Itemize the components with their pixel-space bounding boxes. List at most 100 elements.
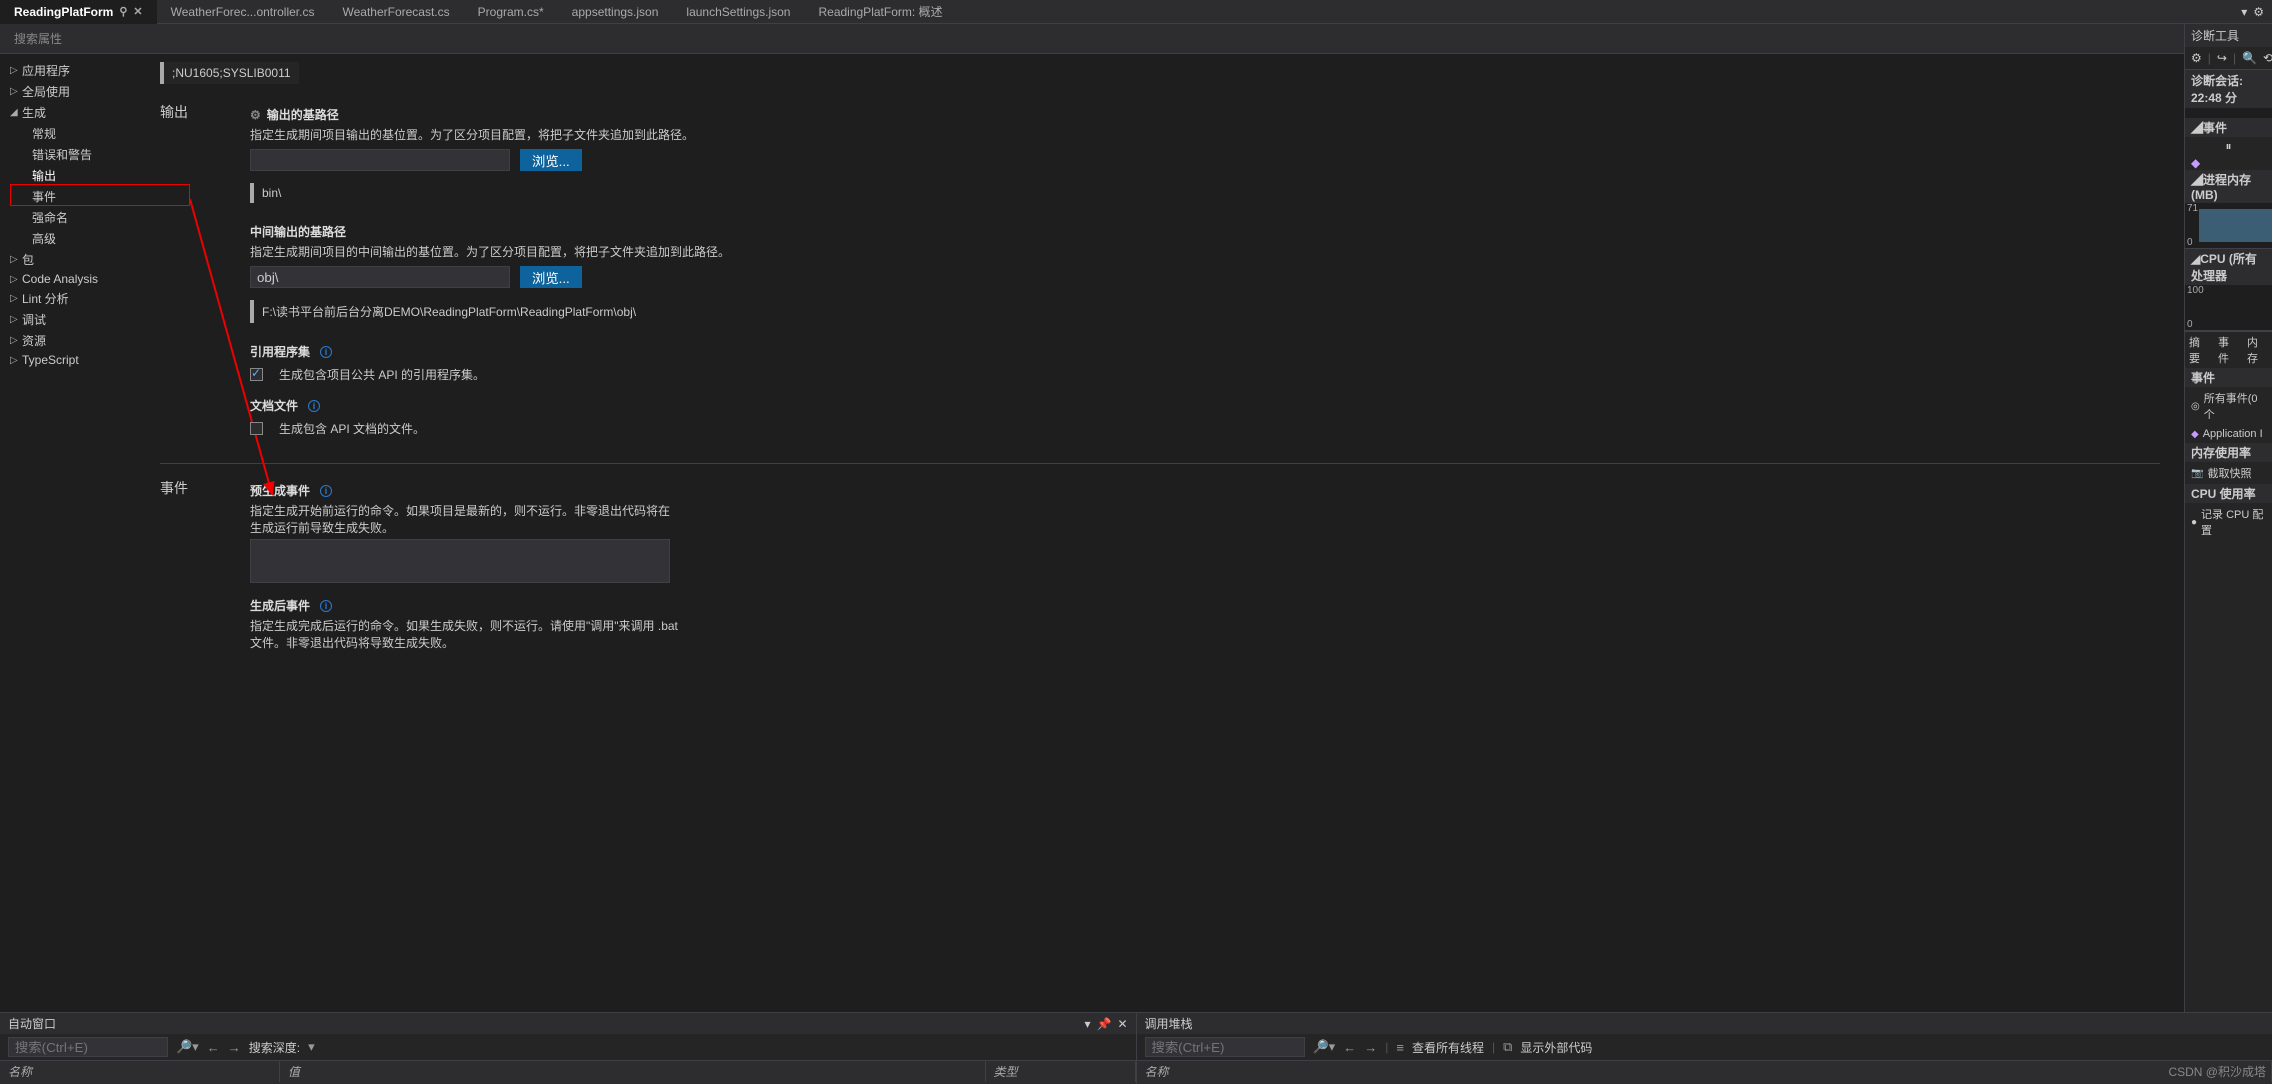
close-icon[interactable]: ✕ bbox=[133, 5, 142, 18]
close-icon[interactable]: ✕ bbox=[1117, 1017, 1127, 1031]
view-all-threads[interactable]: 查看所有线程 bbox=[1412, 1039, 1484, 1056]
tree-build-output[interactable]: 输出 bbox=[2, 165, 158, 186]
info-icon[interactable]: i bbox=[320, 600, 332, 612]
col-type[interactable]: 类型 bbox=[986, 1061, 1136, 1082]
zoom-icon[interactable]: 🔍 bbox=[2242, 51, 2257, 65]
intermediate-output-path-value: F:\读书平台前后台分离DEMO\ReadingPlatForm\Reading… bbox=[250, 300, 644, 323]
tree-global[interactable]: ▷全局使用 bbox=[2, 81, 158, 102]
tab-readingplatform[interactable]: ReadingPlatForm ⚲ ✕ bbox=[0, 0, 157, 24]
tree-codeanalysis[interactable]: ▷Code Analysis bbox=[2, 270, 158, 288]
depth-label: 搜索深度: bbox=[249, 1039, 300, 1056]
diag-tabs: 摘要 事件 内存 bbox=[2185, 331, 2272, 368]
show-external-code[interactable]: 显示外部代码 bbox=[1520, 1039, 1592, 1056]
diag-session: 诊断会话: 22:48 分 bbox=[2185, 70, 2272, 108]
tab-label: launchSettings.json bbox=[686, 5, 790, 19]
nav-forward-icon[interactable]: → bbox=[228, 1040, 241, 1055]
search-icon[interactable]: 🔎▾ bbox=[1313, 1039, 1336, 1055]
autos-search-input[interactable] bbox=[8, 1037, 168, 1057]
tab-overview[interactable]: ReadingPlatForm: 概述 bbox=[804, 0, 956, 24]
tree-build-errors[interactable]: 错误和警告 bbox=[2, 144, 158, 165]
editor-tabs: ReadingPlatForm ⚲ ✕ WeatherForec...ontro… bbox=[0, 0, 2272, 24]
diag-memory-usage: 内存使用率 bbox=[2185, 443, 2272, 462]
gear-icon[interactable]: ⚙ bbox=[2191, 51, 2202, 65]
exit-icon[interactable]: ↪ bbox=[2217, 51, 2227, 65]
callstack-headers: 名称 bbox=[1137, 1060, 2272, 1082]
diag-cpu-header[interactable]: ◢CPU (所有处理器 bbox=[2185, 249, 2272, 285]
diagnostic-tools-panel: 诊断工具 ⚙ | ↪ | 🔍 ⟲ 诊断会话: 22:48 分 ◢事件 ⏸ ◆ ◢… bbox=[2184, 24, 2272, 1012]
tree-app[interactable]: ▷应用程序 bbox=[2, 60, 158, 81]
diag-all-events[interactable]: ◎所有事件(0 个 bbox=[2185, 387, 2272, 425]
pause-icon[interactable]: ⏸ bbox=[2225, 139, 2231, 153]
bulb-icon: ◆ bbox=[2185, 156, 2272, 170]
browse-button[interactable]: 浏览... bbox=[520, 149, 582, 171]
reset-zoom-icon[interactable]: ⟲ bbox=[2263, 51, 2272, 65]
group-reference-assembly: 引用程序集i 生成包含项目公共 API 的引用程序集。 bbox=[250, 343, 2160, 383]
col-name[interactable]: 名称 bbox=[0, 1061, 280, 1082]
callstack-window: 调用堆栈 🔎▾ ← → | ≡ 查看所有线程 | ⧉ 显示外部代码 名称 bbox=[1137, 1013, 2272, 1084]
tab-label: ReadingPlatForm: 概述 bbox=[818, 3, 942, 20]
group-documentation-file: 文档文件i 生成包含 API 文档的文件。 bbox=[250, 397, 2160, 437]
search-properties[interactable]: 搜索属性 bbox=[0, 24, 2184, 54]
pin-icon[interactable]: ⚲ bbox=[119, 5, 127, 18]
autos-window: 自动窗口 ▾ 📌 ✕ 🔎▾ ← → 搜索深度: ▾ 名称 值 类型 bbox=[0, 1013, 1137, 1084]
gear-icon[interactable]: ⚙ bbox=[2253, 5, 2264, 19]
callstack-search-input[interactable] bbox=[1145, 1037, 1305, 1057]
tree-build-strongname[interactable]: 强命名 bbox=[2, 207, 158, 228]
nowarn-value: ;NU1605;SYSLIB0011 bbox=[160, 62, 299, 84]
threads-icon[interactable]: ≡ bbox=[1396, 1040, 1404, 1055]
tree-build[interactable]: ◢生成 bbox=[2, 102, 158, 123]
diag-events-header[interactable]: ◢事件 bbox=[2185, 118, 2272, 137]
nav-back-icon[interactable]: ← bbox=[1343, 1040, 1356, 1055]
diag-tab-summary[interactable]: 摘要 bbox=[2185, 332, 2214, 368]
documentation-file-checkbox[interactable] bbox=[250, 422, 263, 435]
tab-weathercontroller[interactable]: WeatherForec...ontroller.cs bbox=[157, 0, 329, 24]
tree-resources[interactable]: ▷资源 bbox=[2, 330, 158, 351]
properties-tree: ▷应用程序 ▷全局使用 ◢生成 常规 错误和警告 输出 事件 强命名 高级 ▷包… bbox=[0, 54, 160, 1012]
info-icon[interactable]: i bbox=[308, 400, 320, 412]
intermediate-output-path-input[interactable] bbox=[250, 266, 510, 288]
info-icon[interactable]: i bbox=[320, 346, 332, 358]
reference-assembly-checkbox[interactable] bbox=[250, 368, 263, 381]
base-output-path-input[interactable] bbox=[250, 149, 510, 171]
nav-forward-icon[interactable]: → bbox=[1364, 1040, 1377, 1055]
group-post-build-event: 生成后事件i 指定生成完成后运行的命令。如果生成失败，则不运行。请使用"调用"来… bbox=[250, 597, 2160, 651]
tab-program[interactable]: Program.cs* bbox=[464, 0, 558, 24]
diag-application-insights[interactable]: ◆Application I bbox=[2185, 425, 2272, 443]
bottom-panels: 自动窗口 ▾ 📌 ✕ 🔎▾ ← → 搜索深度: ▾ 名称 值 类型 bbox=[0, 1012, 2272, 1084]
base-output-path-value: bin\ bbox=[250, 183, 289, 203]
callstack-title: 调用堆栈 bbox=[1145, 1015, 1193, 1032]
tab-weatherforecast[interactable]: WeatherForecast.cs bbox=[328, 0, 463, 24]
diag-record-cpu[interactable]: ●记录 CPU 配置 bbox=[2185, 503, 2272, 541]
browse-button[interactable]: 浏览... bbox=[520, 266, 582, 288]
tree-package[interactable]: ▷包 bbox=[2, 249, 158, 270]
memory-chart: 71 0 bbox=[2185, 203, 2272, 249]
info-icon[interactable]: i bbox=[320, 485, 332, 497]
gear-icon: ⚙ bbox=[250, 108, 261, 122]
dropdown-icon[interactable]: ▾ bbox=[2241, 5, 2247, 19]
cpu-chart: 100 0 bbox=[2185, 285, 2272, 331]
diag-snapshot[interactable]: 📷截取快照 bbox=[2185, 462, 2272, 484]
tree-typescript[interactable]: ▷TypeScript bbox=[2, 351, 158, 369]
tab-launchsettings[interactable]: launchSettings.json bbox=[672, 0, 804, 24]
tree-debug[interactable]: ▷调试 bbox=[2, 309, 158, 330]
pin-icon[interactable]: 📌 bbox=[1096, 1017, 1111, 1031]
tree-build-advanced[interactable]: 高级 bbox=[2, 228, 158, 249]
tab-label: WeatherForec...ontroller.cs bbox=[171, 5, 315, 19]
external-code-icon[interactable]: ⧉ bbox=[1503, 1039, 1512, 1055]
tree-build-events[interactable]: 事件 bbox=[2, 186, 158, 207]
col-value[interactable]: 值 bbox=[280, 1061, 986, 1082]
dropdown-icon[interactable]: ▾ bbox=[1084, 1017, 1090, 1031]
tree-build-general[interactable]: 常规 bbox=[2, 123, 158, 144]
diag-tab-memory[interactable]: 内存 bbox=[2243, 332, 2272, 368]
diag-memory-header[interactable]: ◢进程内存 (MB) bbox=[2185, 170, 2272, 203]
depth-dropdown[interactable]: ▾ bbox=[308, 1039, 315, 1055]
tab-appsettings[interactable]: appsettings.json bbox=[558, 0, 673, 24]
diag-tab-events[interactable]: 事件 bbox=[2214, 332, 2243, 368]
project-properties-panel: 搜索属性 ▷应用程序 ▷全局使用 ◢生成 常规 错误和警告 输出 事件 强命名 … bbox=[0, 24, 2184, 1012]
col-name[interactable]: 名称 bbox=[1137, 1061, 2272, 1082]
diag-cpu-usage: CPU 使用率 bbox=[2185, 484, 2272, 503]
pre-build-event-input[interactable] bbox=[250, 539, 670, 583]
search-icon[interactable]: 🔎▾ bbox=[176, 1039, 199, 1055]
nav-back-icon[interactable]: ← bbox=[207, 1040, 220, 1055]
tree-lint[interactable]: ▷Lint 分析 bbox=[2, 288, 158, 309]
